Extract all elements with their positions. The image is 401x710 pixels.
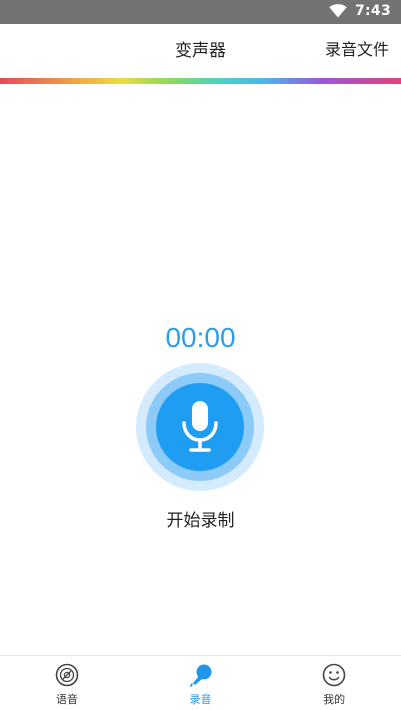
status-bar: 7:43: [0, 0, 401, 24]
status-time: 7:43: [354, 3, 391, 19]
recording-files-button[interactable]: 录音文件: [325, 36, 389, 60]
status-right: 7:43: [329, 3, 391, 19]
tab-voice[interactable]: 语音: [0, 656, 134, 710]
app-bar: 变声器 录音文件: [0, 24, 401, 80]
tab-record[interactable]: 录音: [134, 656, 268, 710]
recording-timer: 00:00: [165, 322, 236, 353]
smiley-face-icon: [322, 663, 346, 687]
record-button-outer-ring: [136, 363, 264, 491]
microphone-tab-icon: [189, 664, 211, 687]
microphone-icon: [182, 401, 218, 452]
tab-mine-label: 我的: [323, 693, 346, 706]
record-button-middle-ring: [146, 373, 254, 481]
tab-voice-label: 语音: [55, 693, 78, 706]
tab-record-label: 录音: [189, 693, 212, 706]
wifi-icon: [329, 4, 347, 18]
rainbow-divider: [0, 78, 401, 84]
tab-mine[interactable]: 我的: [267, 656, 401, 710]
bottom-tab-bar: 语音 录音 我的: [0, 655, 401, 710]
vinyl-disc-icon: [55, 663, 79, 687]
start-recording-label[interactable]: 开始录制: [0, 506, 401, 531]
record-button[interactable]: [156, 383, 244, 471]
